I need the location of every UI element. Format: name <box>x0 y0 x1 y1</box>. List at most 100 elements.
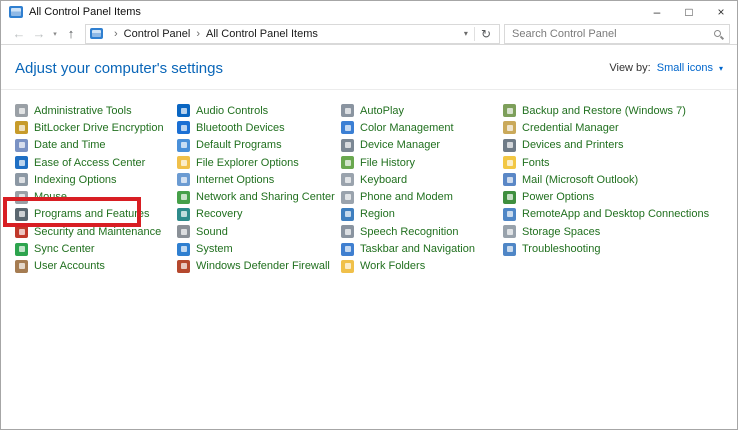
up-icon[interactable]: ↑ <box>61 26 81 41</box>
windows-defender-firewall-icon <box>177 259 190 273</box>
control-panel-item[interactable]: Storage Spaces <box>503 223 729 240</box>
network-and-sharing-center-icon <box>177 190 190 204</box>
bitlocker-drive-encryption-icon <box>15 121 28 135</box>
mouse-icon <box>15 190 28 204</box>
control-panel-item[interactable]: Color Management <box>341 119 503 136</box>
window-title: All Control Panel Items <box>29 6 141 18</box>
speech-recognition-icon <box>341 225 354 239</box>
device-manager-icon <box>341 138 354 152</box>
control-panel-item[interactable]: Speech Recognition <box>341 223 503 240</box>
control-panel-item[interactable]: Credential Manager <box>503 119 729 136</box>
breadcrumb-all-control-panel-items[interactable]: All Control Panel Items <box>206 28 318 40</box>
control-panel-item[interactable]: BitLocker Drive Encryption <box>15 119 177 136</box>
work-folders-icon <box>341 259 354 273</box>
default-programs-icon <box>177 138 190 152</box>
address-dropdown-icon[interactable]: ▾ <box>458 29 474 38</box>
control-panel-item-label: Fonts <box>522 156 550 169</box>
system-icon <box>177 242 190 256</box>
control-panel-item-label: Color Management <box>360 121 454 134</box>
control-panel-item[interactable]: Mail (Microsoft Outlook) <box>503 171 729 188</box>
bluetooth-devices-icon <box>177 121 190 135</box>
address-bar[interactable]: › Control Panel › All Control Panel Item… <box>85 23 500 44</box>
control-panel-item[interactable]: Indexing Options <box>15 171 177 188</box>
control-panel-item[interactable]: Administrative Tools <box>15 102 177 119</box>
keyboard-icon <box>341 173 354 187</box>
view-by-control: View by: Small icons ▾ <box>609 62 723 74</box>
breadcrumb-control-panel[interactable]: Control Panel <box>124 28 191 40</box>
control-panel-item-label: Programs and Features <box>34 208 150 221</box>
recent-pages-chevron-icon[interactable]: ▾ <box>49 30 61 38</box>
navigation-toolbar: ← → ▾ ↑ › Control Panel › All Control Pa… <box>1 23 737 45</box>
control-panel-item[interactable]: Phone and Modem <box>341 188 503 205</box>
fonts-icon <box>503 156 516 170</box>
control-panel-item[interactable]: Power Options <box>503 188 729 205</box>
view-by-label: View by: <box>609 62 651 74</box>
control-panel-item[interactable]: Device Manager <box>341 137 503 154</box>
autoplay-icon <box>341 104 354 118</box>
control-panel-item-label: Mail (Microsoft Outlook) <box>522 173 639 186</box>
control-panel-item-label: Indexing Options <box>34 173 117 186</box>
control-panel-item[interactable]: Programs and Features <box>15 206 177 223</box>
control-panel-item[interactable]: Audio Controls <box>177 102 341 119</box>
control-panel-item[interactable]: Taskbar and Navigation <box>341 240 503 257</box>
forward-icon[interactable]: → <box>29 26 49 41</box>
maximize-button[interactable]: □ <box>673 1 705 23</box>
control-panel-item-label: Power Options <box>522 191 595 204</box>
items-grid: Administrative Tools BitLocker Drive Encr… <box>15 102 729 275</box>
control-panel-item-label: Date and Time <box>34 139 106 152</box>
file-history-icon <box>341 156 354 170</box>
view-by-value[interactable]: Small icons <box>657 62 713 74</box>
control-panel-item[interactable]: Fonts <box>503 154 729 171</box>
control-panel-item[interactable]: Troubleshooting <box>503 240 729 257</box>
control-panel-item[interactable]: Keyboard <box>341 171 503 188</box>
control-panel-item-label: Windows Defender Firewall <box>196 260 330 273</box>
control-panel-item[interactable]: Windows Defender Firewall <box>177 258 341 275</box>
control-panel-item[interactable]: Internet Options <box>177 171 341 188</box>
control-panel-item[interactable]: RemoteApp and Desktop Connections <box>503 206 729 223</box>
control-panel-item[interactable]: Date and Time <box>15 137 177 154</box>
storage-spaces-icon <box>503 225 516 239</box>
control-panel-item-label: Recovery <box>196 208 243 221</box>
view-by-caret-icon[interactable]: ▾ <box>719 64 723 73</box>
minimize-button[interactable]: – <box>641 1 673 23</box>
control-panel-item[interactable]: Sound <box>177 223 341 240</box>
control-panel-item-label: Administrative Tools <box>34 104 132 117</box>
breadcrumb-separator: › <box>114 27 118 40</box>
back-icon[interactable]: ← <box>9 26 29 41</box>
control-panel-item[interactable]: Sync Center <box>15 240 177 257</box>
control-panel-item-label: Default Programs <box>196 139 282 152</box>
control-panel-item[interactable]: Security and Maintenance <box>15 223 177 240</box>
control-panel-item[interactable]: Recovery <box>177 206 341 223</box>
search-input[interactable] <box>505 27 729 40</box>
control-panel-item-label: Storage Spaces <box>522 225 601 238</box>
control-panel-item[interactable]: Network and Sharing Center <box>177 188 341 205</box>
control-panel-item[interactable]: Default Programs <box>177 137 341 154</box>
control-panel-item[interactable]: User Accounts <box>15 258 177 275</box>
audio-controls-icon <box>177 104 190 118</box>
control-panel-item-label: Troubleshooting <box>522 243 601 256</box>
date-and-time-icon <box>15 138 28 152</box>
taskbar-and-navigation-icon <box>341 242 354 256</box>
control-panel-item-label: User Accounts <box>34 260 105 273</box>
control-panel-item[interactable]: File History <box>341 154 503 171</box>
refresh-icon[interactable]: ↻ <box>475 27 497 41</box>
power-options-icon <box>503 190 516 204</box>
breadcrumb-separator: › <box>196 27 200 40</box>
control-panel-item-label: Phone and Modem <box>360 191 453 204</box>
control-panel-item-label: File Explorer Options <box>196 156 299 169</box>
security-and-maintenance-icon <box>15 225 28 239</box>
control-panel-item[interactable]: Region <box>341 206 503 223</box>
control-panel-item[interactable]: Work Folders <box>341 258 503 275</box>
control-panel-item[interactable]: Ease of Access Center <box>15 154 177 171</box>
control-panel-item[interactable]: File Explorer Options <box>177 154 341 171</box>
control-panel-item[interactable]: AutoPlay <box>341 102 503 119</box>
page-title: Adjust your computer's settings <box>15 59 223 77</box>
control-panel-item[interactable]: Bluetooth Devices <box>177 119 341 136</box>
control-panel-item[interactable]: System <box>177 240 341 257</box>
close-button[interactable]: × <box>705 1 737 23</box>
control-panel-item[interactable]: Mouse <box>15 188 177 205</box>
control-panel-item[interactable]: Backup and Restore (Windows 7) <box>503 102 729 119</box>
control-panel-item[interactable]: Devices and Printers <box>503 137 729 154</box>
region-icon <box>341 207 354 221</box>
search-box <box>504 23 730 44</box>
